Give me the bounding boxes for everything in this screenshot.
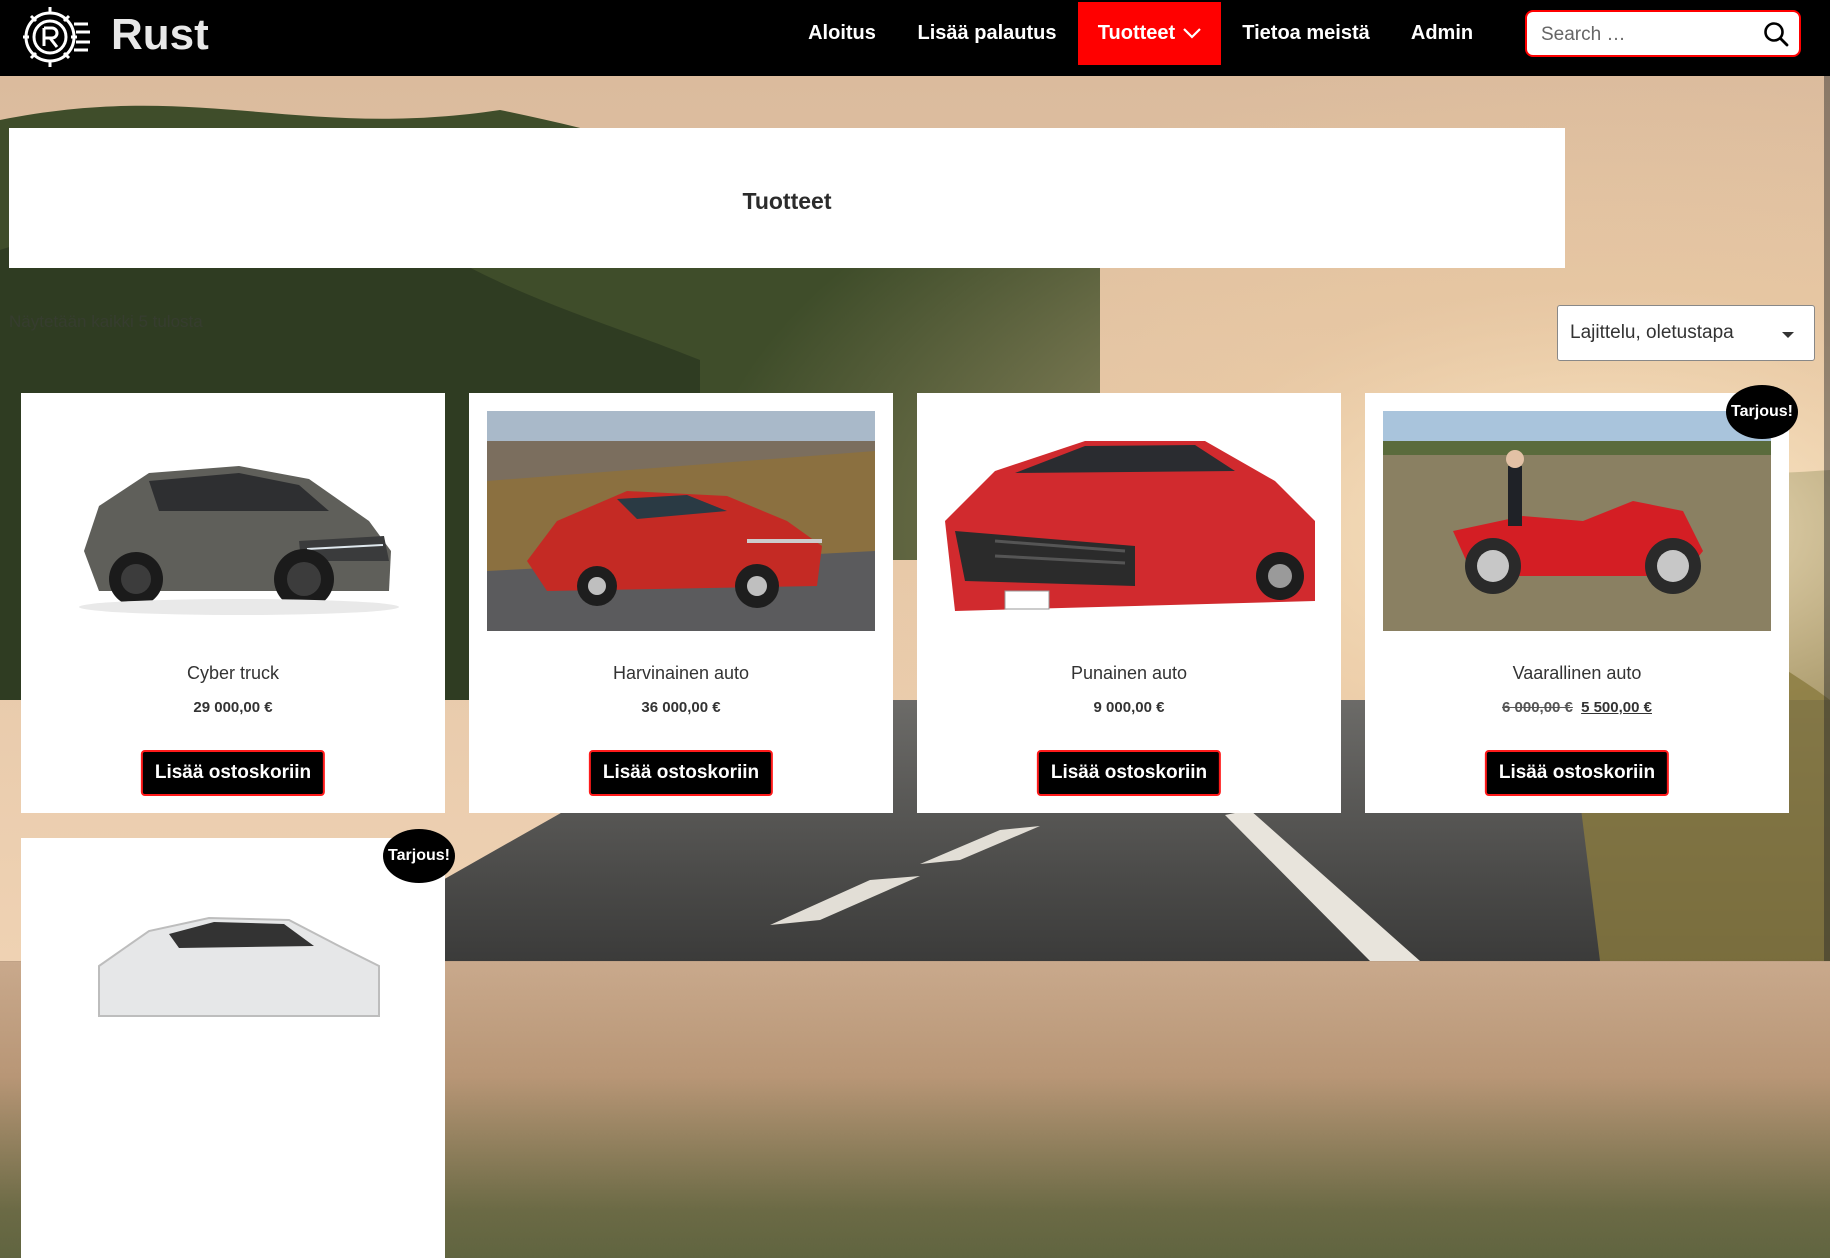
product-card[interactable]: Harvinainen auto 36 000,00 € Lisää ostos…: [469, 393, 893, 813]
nav-item-lisaa-palautus[interactable]: Lisää palautus: [906, 2, 1068, 65]
search-input[interactable]: [1539, 19, 1753, 51]
price-value: 9 000,00 €: [1093, 699, 1165, 716]
site-brand-name[interactable]: Rust: [111, 10, 209, 60]
product-image[interactable]: [39, 856, 427, 1076]
product-image[interactable]: [39, 411, 427, 631]
sale-price: 5 500,00 €: [1581, 699, 1652, 716]
add-to-cart-button[interactable]: Lisää ostoskoriin: [1036, 750, 1222, 796]
page-title: Tuotteet: [742, 188, 832, 214]
nav-item-tuotteet[interactable]: Tuotteet: [1078, 2, 1221, 65]
site-header: Rust Aloitus Lisää palautus Tuotteet Tie…: [0, 0, 1830, 76]
add-to-cart-button[interactable]: Lisää ostoskoriin: [1484, 750, 1670, 796]
product-price: 29 000,00 €: [21, 699, 445, 716]
caret-down-icon: [1782, 332, 1794, 338]
nav-item-tietoa-meista[interactable]: Tietoa meistä: [1236, 2, 1376, 65]
search-icon[interactable]: [1763, 21, 1789, 47]
original-price: 6 000,00 €: [1502, 699, 1573, 716]
add-to-cart-button[interactable]: Lisää ostoskoriin: [588, 750, 774, 796]
price-value: 36 000,00 €: [641, 699, 721, 716]
product-price: 6 000,00 € 5 500,00 €: [1365, 699, 1789, 716]
price-value: 29 000,00 €: [193, 699, 273, 716]
page-scrollbar[interactable]: [1824, 76, 1830, 961]
add-to-cart-button[interactable]: Lisää ostoskoriin: [140, 750, 326, 796]
sale-badge: Tarjous!: [383, 829, 455, 883]
sale-badge: Tarjous!: [1726, 385, 1798, 439]
sort-select[interactable]: Lajittelu, oletustapa: [1557, 305, 1815, 361]
product-name[interactable]: Cyber truck: [21, 663, 445, 684]
nav-item-tuotteet-label: Tuotteet: [1097, 22, 1176, 44]
nav-item-aloitus[interactable]: Aloitus: [794, 2, 890, 65]
sort-selected-value: Lajittelu, oletustapa: [1570, 322, 1734, 343]
product-name[interactable]: Harvinainen auto: [469, 663, 893, 684]
product-image[interactable]: [1383, 411, 1771, 631]
product-price: 9 000,00 €: [917, 699, 1341, 716]
product-image[interactable]: [935, 411, 1323, 631]
product-card[interactable]: Cyber truck 29 000,00 € Lisää ostoskorii…: [21, 393, 445, 813]
product-card[interactable]: [21, 838, 445, 1258]
gear-logo-icon[interactable]: [18, 2, 93, 72]
nav-item-admin[interactable]: Admin: [1400, 2, 1484, 65]
chevron-down-icon: [1183, 2, 1201, 65]
search-box: [1525, 10, 1801, 57]
product-name[interactable]: Vaarallinen auto: [1365, 663, 1789, 684]
product-card[interactable]: Punainen auto 9 000,00 € Lisää ostoskori…: [917, 393, 1341, 813]
product-card[interactable]: Vaarallinen auto 6 000,00 € 5 500,00 € L…: [1365, 393, 1789, 813]
product-price: 36 000,00 €: [469, 699, 893, 716]
product-image[interactable]: [487, 411, 875, 631]
result-count: Näytetään kaikki 5 tulosta: [9, 312, 203, 331]
page-title-box: Tuotteet: [9, 128, 1565, 268]
product-name[interactable]: Punainen auto: [917, 663, 1341, 684]
